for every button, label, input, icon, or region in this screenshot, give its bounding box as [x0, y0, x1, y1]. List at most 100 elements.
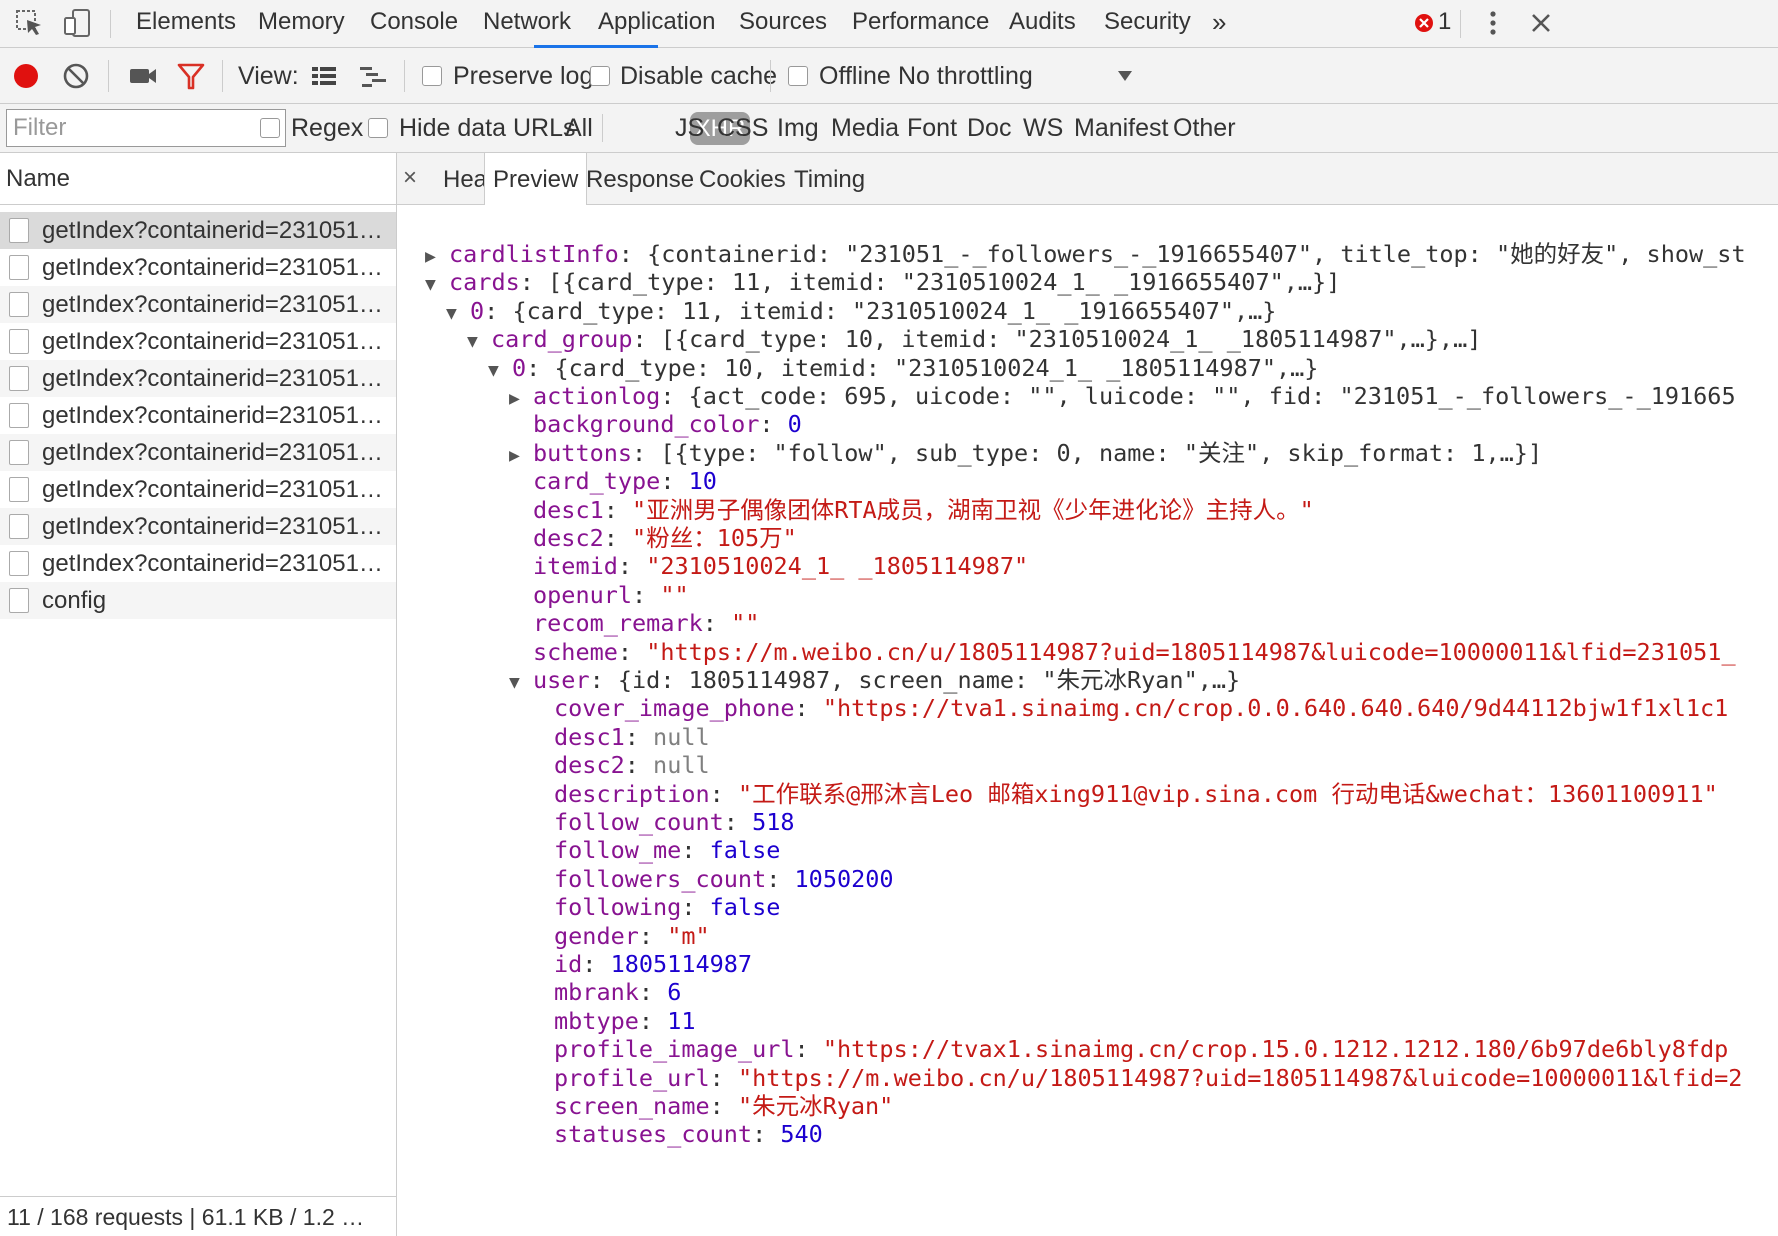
inspect-element-icon[interactable] — [12, 6, 46, 40]
request-row[interactable]: getIndex?containerid=231051… — [0, 397, 396, 434]
request-row[interactable]: getIndex?containerid=231051… — [0, 286, 396, 323]
json-key: desc2 — [554, 751, 625, 780]
request-name: getIndex?containerid=231051… — [42, 513, 383, 540]
json-key: desc1 — [533, 495, 604, 524]
json-tree-node: profile_url: "https://m.weibo.cn/u/18051… — [554, 1063, 1743, 1092]
regex-checkbox[interactable] — [260, 118, 280, 138]
offline-label[interactable]: Offline — [819, 48, 891, 104]
preserve-log-checkbox[interactable] — [422, 66, 442, 86]
large-rows-icon[interactable] — [308, 59, 340, 93]
clear-icon[interactable] — [60, 59, 92, 93]
json-preview-tree: ▶ cardlistInfo: {containerid: "231051_-_f… — [397, 205, 1778, 1236]
json-tree-node[interactable]: ▶ cardlistInfo: {containerid: "231051_-_f… — [425, 238, 1746, 270]
tab-performance[interactable]: Performance — [852, 0, 989, 48]
hide-data-urls-checkbox[interactable] — [368, 118, 388, 138]
disable-cache-checkbox[interactable] — [590, 66, 610, 86]
filter-input[interactable] — [6, 109, 286, 147]
json-value: [{card_type: 11, itemid: "2310510024_1_ … — [548, 268, 1341, 297]
tab-audits[interactable]: Audits — [1009, 0, 1076, 48]
tab-application[interactable]: Application — [598, 0, 715, 48]
request-detail-panel: × Headers Preview Response Cookies Timin… — [397, 153, 1778, 1236]
json-tree-node: statuses_count: 540 — [554, 1120, 823, 1149]
tab-console[interactable]: Console — [370, 0, 458, 48]
tab-elements[interactable]: Elements — [136, 0, 236, 48]
tab-response[interactable]: Response — [586, 153, 694, 205]
json-value: 518 — [752, 808, 795, 836]
request-row[interactable]: config — [0, 582, 396, 619]
filter-type-other[interactable]: Other — [1173, 104, 1236, 153]
json-tree-node: profile_image_url: "https://tvax1.sinaim… — [554, 1035, 1729, 1064]
json-tree-node: follow_me: false — [554, 836, 781, 865]
close-detail-icon[interactable]: × — [403, 153, 417, 205]
more-tabs-button[interactable]: » — [1212, 0, 1226, 48]
json-tree-node[interactable]: ▼ 0: {card_type: 10, itemid: "2310510024_… — [488, 352, 1318, 384]
filter-type-js[interactable]: JS — [675, 104, 704, 153]
json-tree-node[interactable]: ▼ user: {id: 1805114987, screen_name: "朱元… — [509, 664, 1240, 696]
json-tree-node[interactable]: ▼ 0: {card_type: 11, itemid: "2310510024_… — [446, 295, 1276, 327]
tab-preview[interactable]: Preview — [484, 153, 588, 205]
tab-security[interactable]: Security — [1104, 0, 1191, 48]
filter-type-doc[interactable]: Doc — [967, 104, 1011, 153]
separator — [222, 60, 223, 92]
kebab-menu-icon[interactable] — [1478, 6, 1508, 40]
filter-icon[interactable] — [174, 59, 208, 93]
json-value: null — [653, 722, 710, 751]
throttling-select[interactable]: No throttling — [898, 48, 1033, 104]
json-tree-node: mbtype: 11 — [554, 1006, 696, 1035]
separator — [1460, 10, 1461, 38]
request-name: getIndex?containerid=231051… — [42, 291, 383, 318]
tab-sources[interactable]: Sources — [739, 0, 827, 48]
error-icon[interactable] — [1413, 6, 1435, 40]
json-value: {containerid: "231051_-_followers_-_1916… — [647, 240, 1746, 268]
json-tree-node: card_type: 10 — [533, 467, 717, 496]
request-row[interactable]: getIndex?containerid=231051… — [0, 212, 396, 249]
close-devtools-icon[interactable] — [1526, 6, 1556, 40]
tab-network[interactable]: Network — [483, 0, 571, 48]
request-row[interactable]: getIndex?containerid=231051… — [0, 249, 396, 286]
filter-type-ws[interactable]: WS — [1023, 104, 1063, 153]
json-key: itemid — [533, 552, 618, 581]
filter-type-font[interactable]: Font — [907, 104, 957, 153]
filter-type-img[interactable]: Img — [777, 104, 819, 153]
json-tree-node[interactable]: ▶ actionlog: {act_code: 695, uicode: "", … — [509, 380, 1736, 412]
filter-type-all[interactable]: All — [565, 104, 593, 153]
request-row[interactable]: getIndex?containerid=231051… — [0, 434, 396, 471]
json-value: "工作联系@邢沐言Leo 邮箱xing911@vip.sina.com 行动电话… — [737, 779, 1718, 808]
waterfall-overview-icon[interactable] — [356, 59, 390, 93]
json-value: "https://m.weibo.cn/u/1805114987?uid=180… — [646, 637, 1736, 666]
device-toolbar-icon[interactable] — [60, 6, 94, 40]
request-row[interactable]: getIndex?containerid=231051… — [0, 323, 396, 360]
separator — [770, 60, 771, 92]
offline-checkbox[interactable] — [788, 66, 808, 86]
request-row[interactable]: getIndex?containerid=231051… — [0, 471, 396, 508]
tab-cookies[interactable]: Cookies — [699, 153, 786, 205]
filter-type-manifest[interactable]: Manifest — [1074, 104, 1168, 153]
document-icon — [9, 292, 29, 317]
json-key: background_color — [533, 410, 760, 439]
regex-label[interactable]: Regex — [291, 104, 363, 153]
json-value: {id: 1805114987, screen_name: "朱元冰Ryan",… — [617, 666, 1241, 694]
hide-data-urls-label[interactable]: Hide data URLs — [399, 104, 575, 153]
chevron-down-icon[interactable] — [1112, 59, 1138, 93]
disable-cache-label[interactable]: Disable cache — [620, 48, 777, 104]
tab-timing[interactable]: Timing — [794, 153, 865, 205]
tab-memory[interactable]: Memory — [258, 0, 345, 48]
request-row[interactable]: getIndex?containerid=231051… — [0, 508, 396, 545]
json-tree-node: gender: "m" — [554, 921, 710, 950]
error-count[interactable]: 1 — [1438, 0, 1451, 48]
screenshot-capture-icon[interactable] — [126, 59, 160, 93]
json-value: 11 — [667, 1006, 696, 1035]
json-tree-node[interactable]: ▶ buttons: [{type: "follow", sub_type: 0,… — [509, 437, 1542, 469]
name-column-header[interactable]: Name — [0, 153, 396, 205]
filter-type-css[interactable]: CSS — [717, 104, 768, 153]
record-icon[interactable] — [10, 59, 42, 93]
json-tree-node[interactable]: ▼ cards: [{card_type: 11, itemid: "231051… — [425, 266, 1340, 298]
request-row[interactable]: getIndex?containerid=231051… — [0, 360, 396, 397]
json-tree-node: itemid: "2310510024_1_ _1805114987" — [533, 552, 1029, 581]
json-value: {card_type: 11, itemid: "2310510024_1_ _… — [512, 296, 1277, 325]
preserve-log-label[interactable]: Preserve log — [453, 48, 593, 104]
filter-type-media[interactable]: Media — [831, 104, 899, 153]
view-label: View: — [238, 62, 299, 90]
json-tree-node[interactable]: ▼ card_group: [{card_type: 10, itemid: "2… — [467, 323, 1481, 355]
request-row[interactable]: getIndex?containerid=231051… — [0, 545, 396, 582]
